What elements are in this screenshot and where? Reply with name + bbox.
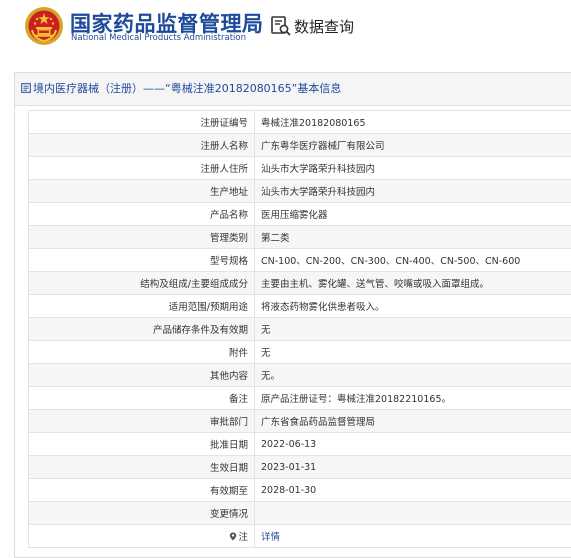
row-label: 生效日期 (28, 455, 255, 479)
row-value: 将液态药物雾化供患者吸入。 (254, 294, 571, 318)
table-row: 变更情况 (28, 501, 571, 525)
row-label: 附件 (28, 340, 255, 364)
row-label: 其他内容 (28, 363, 255, 387)
row-label-text: 注 (238, 532, 248, 543)
row-label: 适用范围/预期用途 (28, 294, 255, 318)
row-label: 有效期至 (28, 478, 255, 502)
table-row: 注册证编号 粤械注准20182080165 (28, 110, 571, 134)
table-row: 结构及组成/主要组成成分 主要由主机、雾化罐、送气管、咬嘴或吸入面罩组成。 (28, 271, 571, 295)
row-value: 原产品注册证号：粤械注准20182210165。 (254, 386, 571, 410)
table-row: 产品名称 医用压缩雾化器 (28, 202, 571, 226)
row-label: 结构及组成/主要组成成分 (28, 271, 255, 295)
row-label: 批准日期 (28, 432, 255, 456)
org-name-en: National Medical Products Administration (71, 33, 246, 43)
row-label: 注册人住所 (28, 156, 255, 180)
row-value: 医用压缩雾化器 (254, 202, 571, 226)
row-label: 产品储存条件及有效期 (28, 317, 255, 341)
table-row: 适用范围/预期用途 将液态药物雾化供患者吸入。 (28, 294, 571, 318)
search-document-icon (271, 16, 291, 36)
row-label: 注册证编号 (28, 110, 255, 134)
details-link[interactable]: 详情 (261, 532, 280, 543)
row-label: 注册人名称 (28, 133, 255, 157)
row-label: 审批部门 (28, 409, 255, 433)
row-label: 型号规格 (28, 248, 255, 272)
table-row: 注册人名称 广东粤华医疗器械厂有限公司 (28, 133, 571, 157)
row-value: 广东粤华医疗器械厂有限公司 (254, 133, 571, 157)
table-row: 产品储存条件及有效期无 (28, 317, 571, 341)
table-row: 生产地址 汕头市大学路荣升科技园内 (28, 179, 571, 203)
row-value: 广东省食品药品监督管理局 (254, 409, 571, 433)
table-row: 备注 原产品注册证号：粤械注准20182210165。 (28, 386, 571, 410)
row-value (254, 501, 571, 525)
data-query-label[interactable]: 数据查询 (294, 16, 354, 37)
data-query-link[interactable]: 数据查询 (270, 14, 354, 38)
row-value: 2023-01-31 (254, 455, 571, 479)
row-value: 无。 (254, 363, 571, 387)
site-header: 国家药品监督管理局 National Medical Products Admi… (0, 0, 571, 56)
table-row: 管理类别 第二类 (28, 225, 571, 249)
note-icon (230, 532, 237, 541)
national-emblem-icon (25, 7, 63, 45)
table-row: 注 详情 (28, 524, 571, 548)
row-value: 汕头市大学路荣升科技园内 (254, 179, 571, 203)
row-label: 产品名称 (28, 202, 255, 226)
row-label: 变更情况 (28, 501, 255, 525)
table-row: 有效期至 2028-01-30 (28, 478, 571, 502)
row-label: 注 (28, 524, 255, 548)
table-row: 批准日期 2022-06-13 (28, 432, 571, 456)
row-value: 主要由主机、雾化罐、送气管、咬嘴或吸入面罩组成。 (254, 271, 571, 295)
row-value: 无 (254, 340, 571, 364)
table-row: 附件无 (28, 340, 571, 364)
row-value: 2028-01-30 (254, 478, 571, 502)
table-row: 注册人住所 汕头市大学路荣升科技园内 (28, 156, 571, 180)
row-value: 2022-06-13 (254, 432, 571, 456)
row-value: 粤械注准20182080165 (254, 110, 571, 134)
row-label: 生产地址 (28, 179, 255, 203)
row-label: 管理类别 (28, 225, 255, 249)
document-icon (21, 83, 31, 93)
panel-title-text: 境内医疗器械（注册）——“粤械注准20182080165”基本信息 (33, 82, 342, 95)
row-label: 备注 (28, 386, 255, 410)
device-info-panel: 境内医疗器械（注册）——“粤械注准20182080165”基本信息 注册证编号粤… (14, 72, 571, 558)
row-value: 汕头市大学路荣升科技园内 (254, 156, 571, 180)
table-row: 审批部门 广东省食品药品监督管理局 (28, 409, 571, 433)
row-value: 无 (254, 317, 571, 341)
info-table: 注册证编号 粤械注准20182080165 注册人名称 广东粤华医疗器械厂有限公司 … (28, 110, 571, 548)
table-row: 其他内容 无。 (28, 363, 571, 387)
row-value: CN-100、CN-200、CN-300、CN-400、CN-500、CN-60… (254, 248, 571, 272)
table-row: 型号规格 CN-100、CN-200、CN-300、CN-400、CN-500、C… (28, 248, 571, 272)
table-row: 生效日期 2023-01-31 (28, 455, 571, 479)
row-value: 第二类 (254, 225, 571, 249)
panel-title: 境内医疗器械（注册）——“粤械注准20182080165”基本信息 (15, 73, 571, 106)
row-value: 详情 (254, 524, 571, 548)
